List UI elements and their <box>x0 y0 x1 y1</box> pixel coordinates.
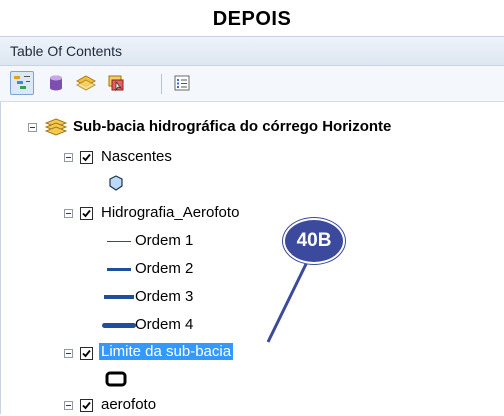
callout-pointer <box>265 260 310 344</box>
callout-badge: 40B <box>283 218 345 264</box>
